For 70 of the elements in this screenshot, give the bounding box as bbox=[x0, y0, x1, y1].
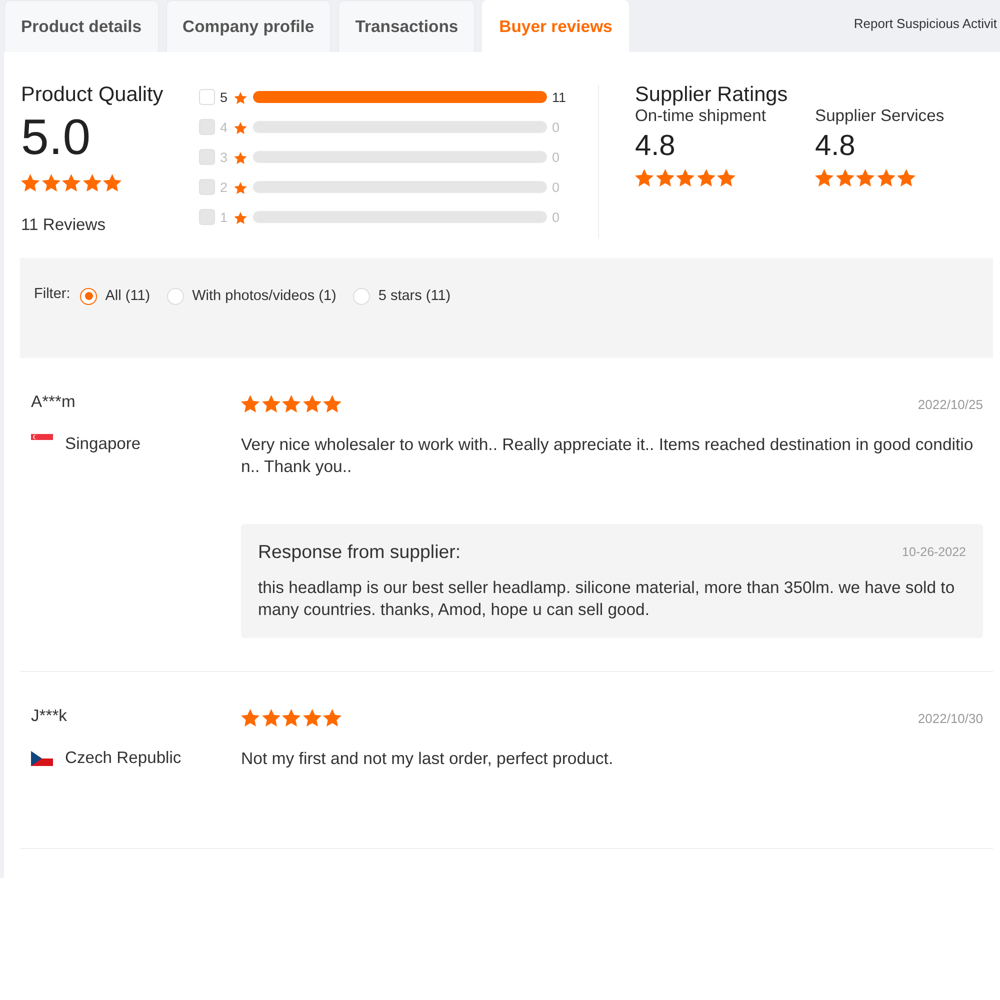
star-icon bbox=[82, 174, 101, 192]
filter-option-label[interactable]: All (11) bbox=[105, 288, 150, 304]
star-icon bbox=[323, 709, 342, 727]
review-text: Not my first and not my last order, perfect product. bbox=[241, 748, 614, 770]
score-value: 4.8 bbox=[815, 130, 856, 162]
radio-button[interactable] bbox=[80, 288, 98, 304]
review-count: 0 bbox=[552, 150, 560, 164]
star-icon bbox=[282, 395, 300, 413]
star-icon bbox=[21, 174, 40, 192]
reviewer-name: A***m bbox=[31, 392, 76, 412]
star-icon bbox=[323, 395, 342, 413]
star-icon bbox=[234, 122, 247, 134]
score-value: 4.8 bbox=[635, 130, 676, 162]
tab[interactable]: Transactions bbox=[338, 0, 476, 52]
star-level-label: 2 bbox=[220, 180, 229, 194]
flag-icon bbox=[31, 750, 53, 766]
star-icon bbox=[717, 169, 736, 186]
review-date: 2022/10/25 bbox=[918, 396, 983, 412]
star-icon bbox=[262, 709, 280, 727]
section-title: Supplier Ratings bbox=[635, 84, 789, 106]
filter-label: Filter: bbox=[34, 285, 70, 304]
star-icon bbox=[635, 169, 654, 186]
review-count: 11 Reviews bbox=[21, 214, 107, 234]
star-icon bbox=[241, 709, 260, 727]
review-date: 2022/10/30 bbox=[918, 710, 983, 726]
response-title: Response from supplier: bbox=[258, 541, 461, 563]
review-text: Very nice wholesaler to work with.. Really appreciate it.. Items reached destination in good condition.. Thank you.. bbox=[241, 434, 974, 478]
star-icon bbox=[897, 169, 916, 186]
star-icon bbox=[836, 169, 854, 186]
star-icon bbox=[234, 92, 247, 104]
star-icon bbox=[234, 212, 247, 224]
report-link[interactable]: Report Suspicious Activit bbox=[854, 16, 1000, 30]
score-value: 5.0 bbox=[21, 112, 92, 162]
star-icon bbox=[103, 174, 122, 192]
review-count: 0 bbox=[552, 180, 560, 194]
review-count: 0 bbox=[552, 210, 560, 224]
review-count: 11 bbox=[552, 90, 566, 104]
country-name: Singapore bbox=[65, 434, 141, 454]
star-icon bbox=[241, 395, 260, 413]
star-level-label: 1 bbox=[220, 210, 229, 224]
star-icon bbox=[302, 709, 321, 727]
checkbox[interactable] bbox=[199, 89, 215, 105]
star-level-label: 5 bbox=[220, 90, 229, 104]
star-level-label: 4 bbox=[220, 120, 229, 134]
filter-option-label[interactable]: 5 stars (11) bbox=[378, 288, 451, 304]
star-icon bbox=[282, 709, 300, 727]
section-title: Product Quality bbox=[21, 83, 164, 107]
tab[interactable]: Product details bbox=[4, 0, 159, 52]
star-icon bbox=[815, 169, 834, 186]
star-icon bbox=[262, 395, 280, 413]
star-level-label: 3 bbox=[220, 150, 229, 164]
star-icon bbox=[234, 182, 247, 194]
response-text: this headlamp is our best seller headlamp. silicone material, more than 350lm. we have sold to many countries. thanks, Amod, hope u can sell good. bbox=[258, 577, 956, 621]
metric-label: Supplier Services bbox=[815, 106, 946, 126]
star-icon bbox=[62, 174, 80, 192]
response-date: 10-26-2022 bbox=[902, 545, 966, 559]
star-icon bbox=[696, 169, 715, 186]
star-icon bbox=[234, 152, 247, 164]
star-icon bbox=[676, 169, 694, 186]
star-icon bbox=[656, 169, 674, 186]
review-count: 0 bbox=[552, 120, 560, 134]
star-icon bbox=[302, 395, 321, 413]
tab[interactable]: Company profile bbox=[166, 0, 332, 52]
star-icon bbox=[856, 169, 874, 186]
metric-label: On-time shipment bbox=[635, 106, 767, 126]
star-icon bbox=[42, 174, 60, 192]
star-icon bbox=[876, 169, 895, 186]
country-name: Czech Republic bbox=[65, 748, 182, 768]
reviewer-name: J***k bbox=[31, 706, 68, 726]
filter-option-label[interactable]: With photos/videos (1) bbox=[192, 288, 336, 304]
